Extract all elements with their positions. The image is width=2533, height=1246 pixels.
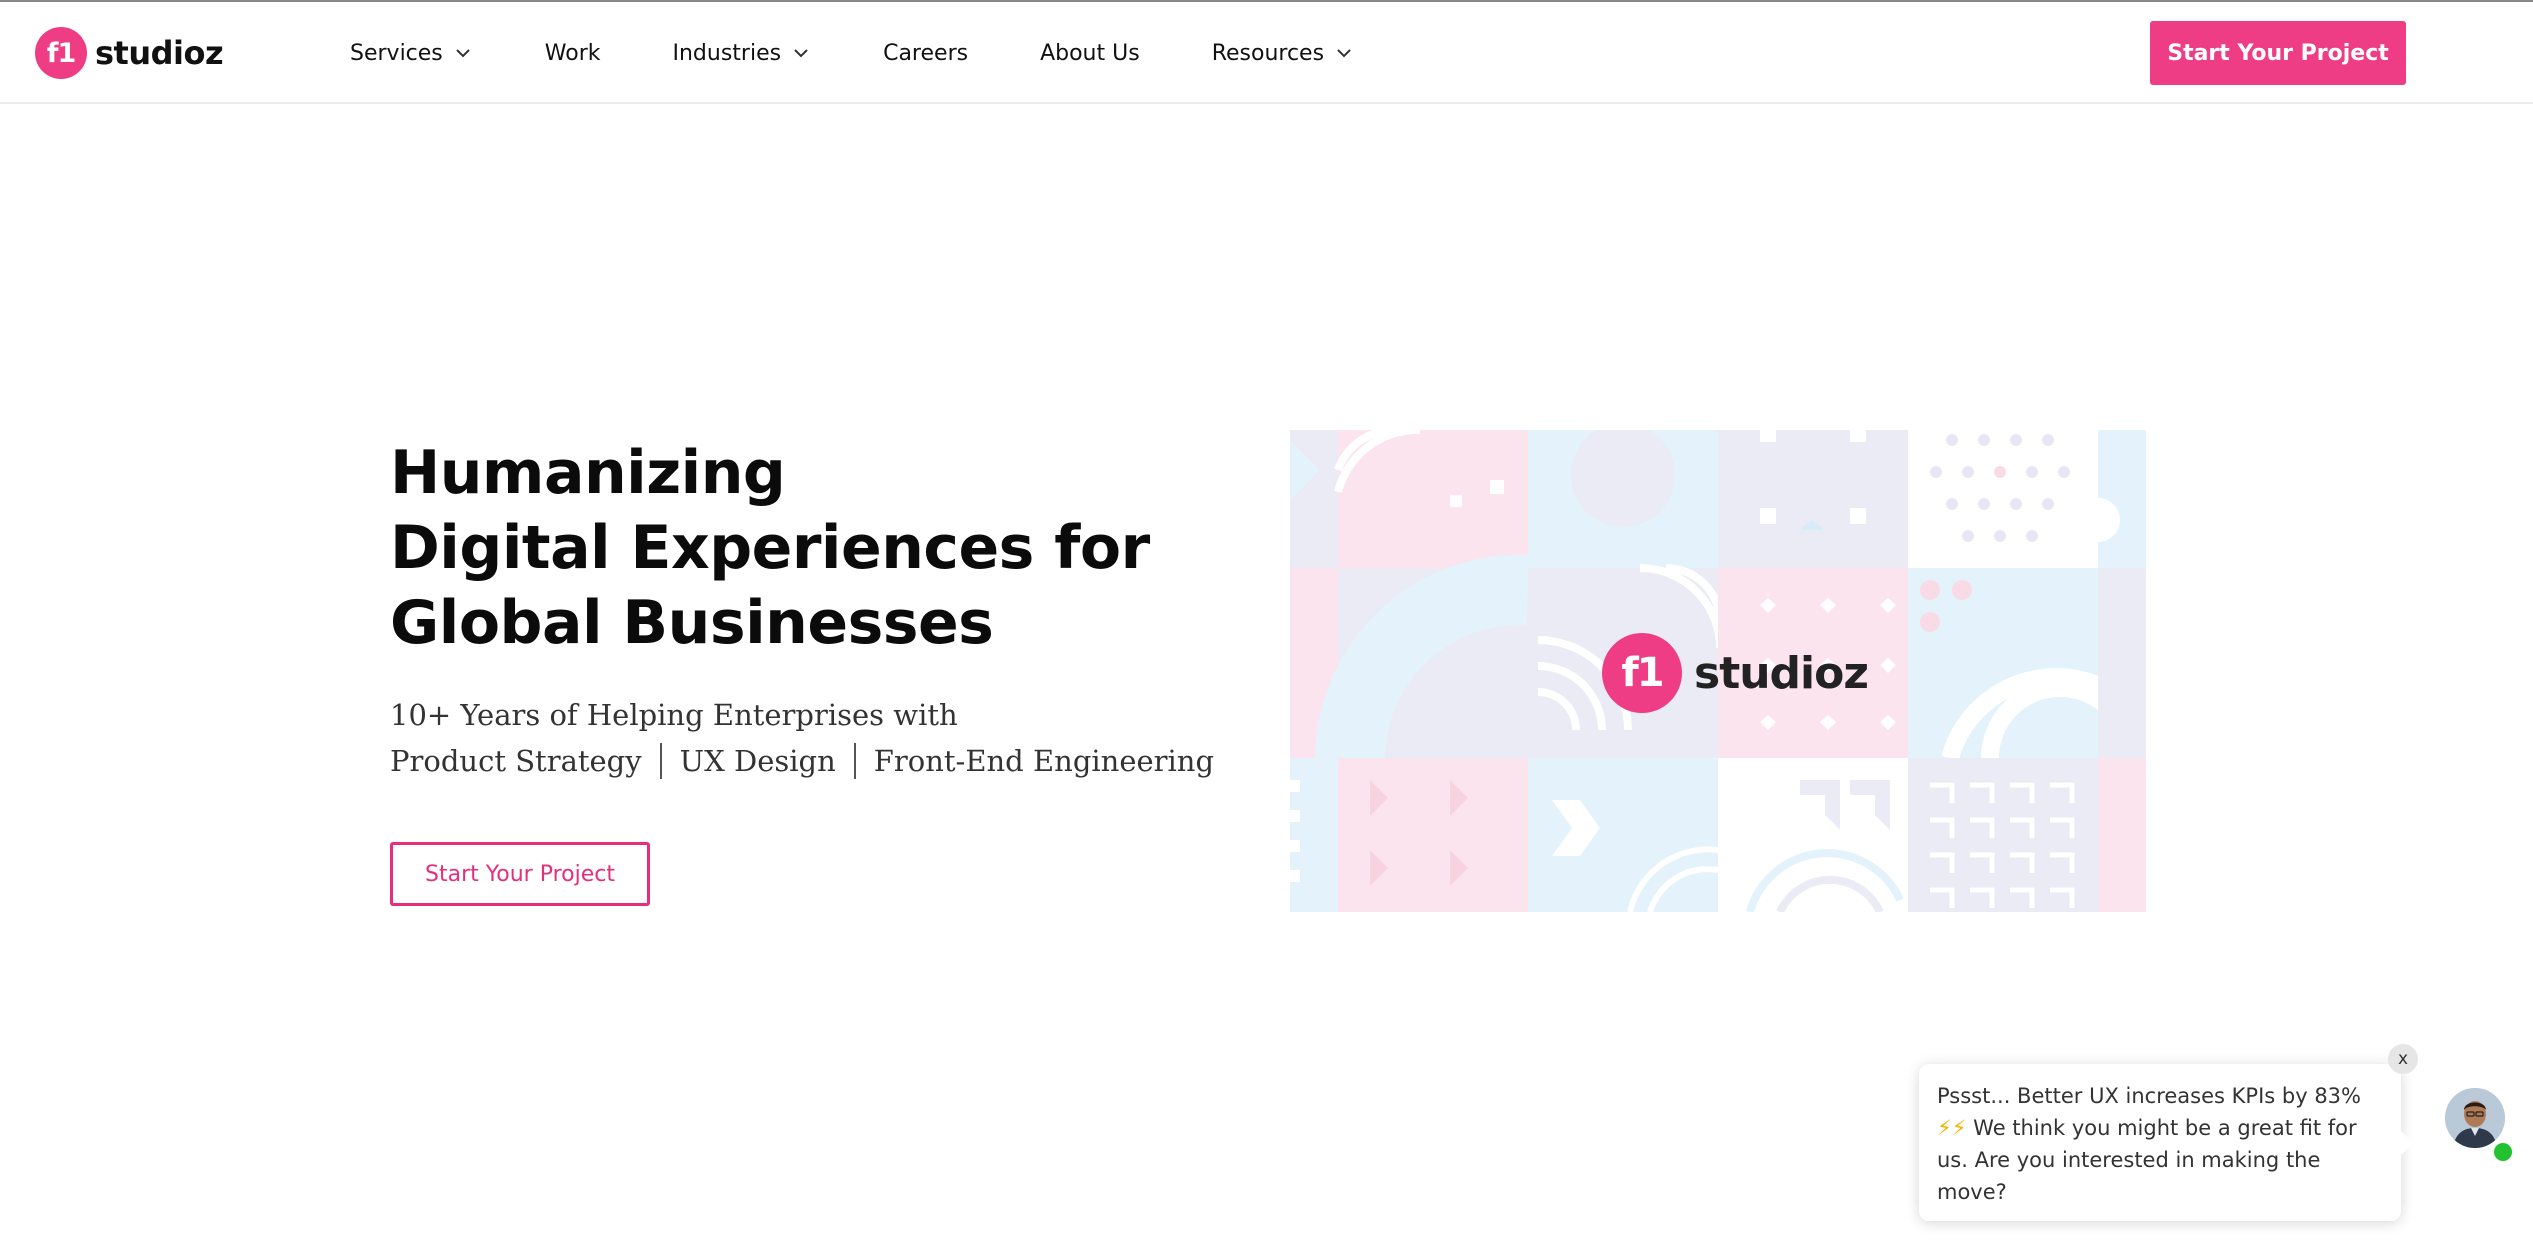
chevron-down-icon [791, 43, 811, 63]
nav-label: Services [350, 40, 443, 66]
logo-wordmark: studioz [95, 34, 224, 72]
nav-label: Work [544, 40, 601, 66]
site-header: f1 studioz Services Work Industries Care… [0, 2, 2533, 104]
avatar-portrait [2445, 1088, 2505, 1148]
chevron-down-icon [453, 43, 473, 63]
service-front-end-engineering: Front-End Engineering [873, 744, 1215, 778]
divider [853, 743, 856, 779]
nav-item-resources[interactable]: Resources [1212, 41, 1354, 66]
nav-item-work[interactable]: Work [545, 41, 601, 66]
art-logo: f1 studioz [1602, 633, 1869, 713]
logo-badge: f1 [35, 27, 87, 79]
chat-message-bubble[interactable]: Pssst... Better UX increases KPIs by 83%… [1919, 1064, 2413, 1221]
nav-item-careers[interactable]: Careers [883, 41, 968, 66]
hero-services-line: Product Strategy UX Design Front-End Engin… [390, 738, 1250, 784]
start-project-button-header[interactable]: Start Your Project [2150, 21, 2406, 85]
nav-item-about-us[interactable]: About Us [1040, 41, 1140, 66]
lightning-icon: ⚡⚡ [1937, 1116, 1967, 1140]
hero-title-line: Global Businesses [390, 588, 994, 658]
hero-title-line: Digital Experiences for [390, 513, 1150, 583]
art-logo-wordmark: studioz [1694, 647, 1869, 699]
nav-item-services[interactable]: Services [350, 41, 473, 66]
site-logo[interactable]: f1 studioz [35, 26, 224, 80]
art-logo-badge: f1 [1602, 633, 1682, 713]
online-status-indicator [2492, 1141, 2514, 1163]
divider [659, 743, 662, 779]
hero-illustration: f1 studioz [1290, 430, 2146, 912]
hero-title-line: Humanizing [390, 438, 786, 508]
main-nav: Services Work Industries Careers About U… [350, 2, 1426, 104]
chat-avatar[interactable] [2445, 1088, 2505, 1148]
nav-label: Industries [672, 40, 782, 66]
nav-label: Careers [883, 40, 969, 66]
hero-title: Humanizing Digital Experiences for Globa… [390, 436, 1190, 661]
service-product-strategy: Product Strategy [390, 744, 642, 778]
nav-item-industries[interactable]: Industries [673, 41, 812, 66]
nav-label: About Us [1040, 40, 1140, 66]
chevron-down-icon [1334, 43, 1354, 63]
chat-message-start: Pssst... Better UX increases KPIs by 83% [1937, 1084, 2361, 1108]
service-ux-design: UX Design [679, 744, 836, 778]
start-project-button-hero[interactable]: Start Your Project [390, 842, 650, 906]
hero-subtitle-line: 10+ Years of Helping Enterprises with [390, 698, 958, 732]
hero-subtitle: 10+ Years of Helping Enterprises with Pr… [390, 692, 1250, 784]
chat-message-end: We think you might be a great fit for us… [1937, 1116, 2357, 1204]
nav-label: Resources [1211, 40, 1325, 66]
close-icon[interactable]: x [2388, 1044, 2418, 1074]
